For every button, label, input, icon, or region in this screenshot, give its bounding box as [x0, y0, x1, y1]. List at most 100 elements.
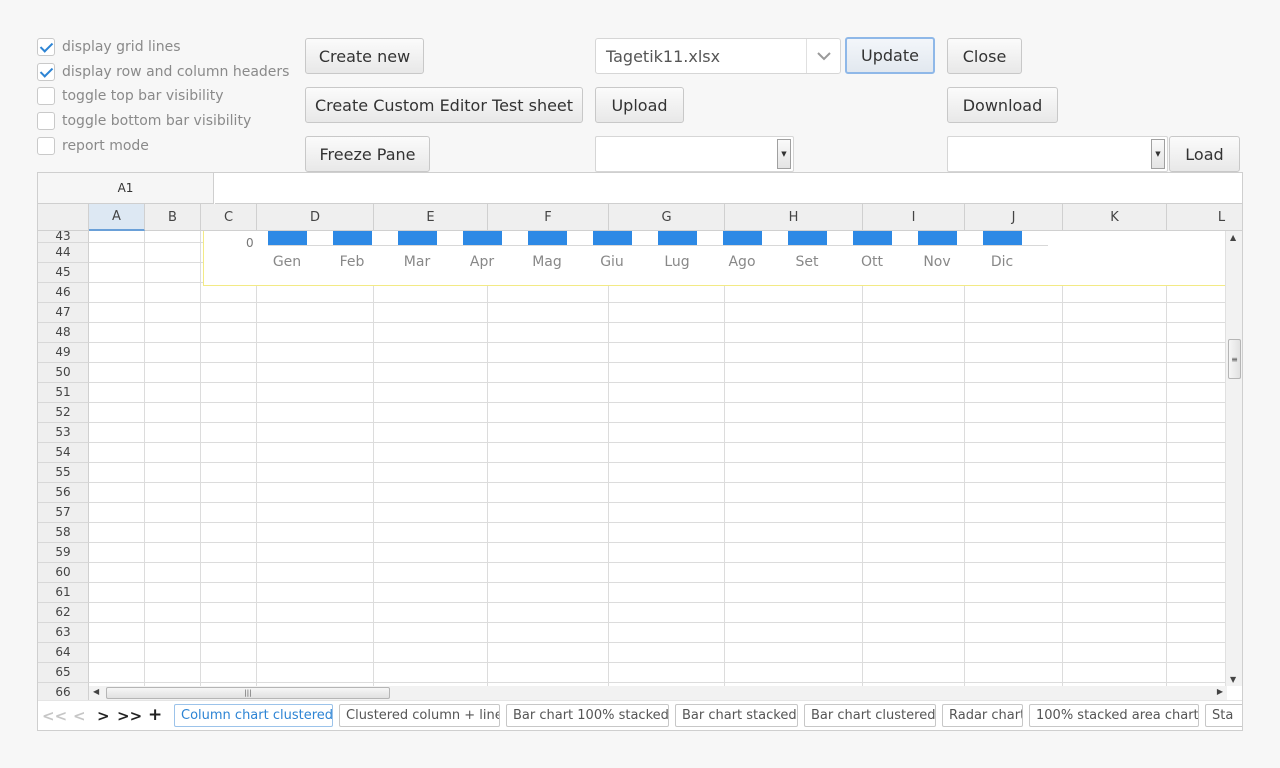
- chart-bar-ott[interactable]: [853, 231, 892, 245]
- row-header-49[interactable]: 49: [38, 343, 89, 363]
- column-header-e[interactable]: E: [374, 204, 488, 231]
- sheet-tab[interactable]: Bar chart 100% stacked: [506, 704, 669, 727]
- row-header-58[interactable]: 58: [38, 523, 89, 543]
- chart-bar-giu[interactable]: [593, 231, 632, 245]
- option-toggle-top-bar[interactable]: toggle top bar visibility: [37, 86, 224, 106]
- upload-button[interactable]: Upload: [595, 87, 684, 123]
- row-header-53[interactable]: 53: [38, 423, 89, 443]
- previous-sheet-icon[interactable]: <: [73, 707, 86, 725]
- row-header-64[interactable]: 64: [38, 643, 89, 663]
- checkbox[interactable]: [37, 137, 55, 155]
- sheet-tab[interactable]: Column chart clustered: [174, 704, 333, 727]
- horizontal-scrollbar[interactable]: ◀ ||| ▶: [89, 686, 1227, 700]
- chart-bar-feb[interactable]: [333, 231, 372, 245]
- sheet-tab[interactable]: Clustered column + line: [339, 704, 500, 727]
- update-button[interactable]: Update: [845, 37, 935, 74]
- column-header-f[interactable]: F: [488, 204, 609, 231]
- column-header-a[interactable]: A: [89, 204, 145, 231]
- option-toggle-bottom-bar[interactable]: toggle bottom bar visibility: [37, 111, 251, 131]
- chart-bar-set[interactable]: [788, 231, 827, 245]
- chart-bar-ago[interactable]: [723, 231, 762, 245]
- next-sheet-icon[interactable]: >: [97, 707, 110, 725]
- checkbox[interactable]: [37, 38, 55, 56]
- create-new-button[interactable]: Create new: [305, 38, 424, 74]
- checkbox[interactable]: [37, 87, 55, 105]
- option-display-headers[interactable]: display row and column headers: [37, 62, 289, 82]
- row-header-47[interactable]: 47: [38, 303, 89, 323]
- dropdown-arrow-icon[interactable]: ▼: [1151, 139, 1165, 169]
- row-header-43[interactable]: 43: [38, 230, 89, 243]
- scroll-left-icon[interactable]: ◀: [93, 687, 99, 696]
- row-header-62[interactable]: 62: [38, 603, 89, 623]
- last-sheet-icon[interactable]: >>: [117, 707, 142, 725]
- sheet-select[interactable]: ▼: [595, 136, 794, 172]
- vertical-scrollbar[interactable]: ▲ ≡ ▼: [1225, 231, 1242, 686]
- option-label: toggle bottom bar visibility: [62, 113, 252, 129]
- chart-bar-dic[interactable]: [983, 231, 1022, 245]
- name-box[interactable]: A1: [38, 173, 214, 204]
- row-header-44[interactable]: 44: [38, 243, 89, 263]
- column-header-j[interactable]: J: [965, 204, 1063, 231]
- sheet-tab[interactable]: 100% stacked area chart: [1029, 704, 1199, 727]
- sheet-tab[interactable]: Radar chart: [942, 704, 1023, 727]
- chevron-down-icon[interactable]: [806, 39, 840, 73]
- grid-column-line: [724, 231, 725, 686]
- chart-bar-mag[interactable]: [528, 231, 567, 245]
- option-report-mode[interactable]: report mode: [37, 136, 149, 156]
- cell-grid[interactable]: 0 Gen Feb Mar Apr Mag Giu Lug Ago Set Ott Nov Dic: [89, 231, 1227, 686]
- horizontal-scroll-thumb[interactable]: |||: [106, 687, 390, 699]
- row-header-51[interactable]: 51: [38, 383, 89, 403]
- load-button[interactable]: Load: [1169, 136, 1240, 172]
- column-header-h[interactable]: H: [725, 204, 863, 231]
- formula-bar[interactable]: [215, 173, 1242, 204]
- chart-bar-mar[interactable]: [398, 231, 437, 245]
- first-sheet-icon[interactable]: <<: [42, 707, 67, 725]
- column-header-l[interactable]: L: [1167, 204, 1242, 231]
- chart-bar-apr[interactable]: [463, 231, 502, 245]
- row-header-65[interactable]: 65: [38, 663, 89, 683]
- close-button[interactable]: Close: [947, 38, 1022, 74]
- option-display-grid-lines[interactable]: display grid lines: [37, 37, 181, 57]
- row-header-52[interactable]: 52: [38, 403, 89, 423]
- chart-bar-nov[interactable]: [918, 231, 957, 245]
- grid-column-line: [200, 231, 201, 686]
- row-header-61[interactable]: 61: [38, 583, 89, 603]
- vertical-scroll-thumb[interactable]: ≡: [1228, 339, 1241, 379]
- freeze-pane-button[interactable]: Freeze Pane: [305, 136, 430, 172]
- scroll-up-icon[interactable]: ▲: [1230, 233, 1236, 242]
- download-button[interactable]: Download: [947, 87, 1058, 123]
- checkbox[interactable]: [37, 112, 55, 130]
- row-header-63[interactable]: 63: [38, 623, 89, 643]
- column-header-d[interactable]: D: [257, 204, 374, 231]
- column-header-k[interactable]: K: [1063, 204, 1167, 231]
- column-header-i[interactable]: I: [863, 204, 965, 231]
- dropdown-arrow-icon[interactable]: ▼: [777, 139, 791, 169]
- row-header-50[interactable]: 50: [38, 363, 89, 383]
- row-header-57[interactable]: 57: [38, 503, 89, 523]
- template-select[interactable]: ▼: [947, 136, 1168, 172]
- row-header-46[interactable]: 46: [38, 283, 89, 303]
- row-header-54[interactable]: 54: [38, 443, 89, 463]
- sheet-tab[interactable]: Sta: [1205, 704, 1242, 727]
- scroll-right-icon[interactable]: ▶: [1217, 687, 1223, 696]
- create-custom-editor-test-sheet-button[interactable]: Create Custom Editor Test sheet: [305, 87, 583, 123]
- sheet-tab[interactable]: Bar chart clustered: [804, 704, 936, 727]
- scroll-down-icon[interactable]: ▼: [1230, 675, 1236, 684]
- column-header-c[interactable]: C: [201, 204, 257, 231]
- checkbox[interactable]: [37, 63, 55, 81]
- row-header-55[interactable]: 55: [38, 463, 89, 483]
- column-chart[interactable]: 0 Gen Feb Mar Apr Mag Giu Lug Ago Set Ott Nov Dic: [203, 231, 1227, 286]
- file-combobox[interactable]: Tagetik11.xlsx: [595, 38, 841, 74]
- chart-bar-gen[interactable]: [268, 231, 307, 245]
- row-header-56[interactable]: 56: [38, 483, 89, 503]
- column-header-g[interactable]: G: [609, 204, 725, 231]
- row-header-45[interactable]: 45: [38, 263, 89, 283]
- row-header-60[interactable]: 60: [38, 563, 89, 583]
- row-header-48[interactable]: 48: [38, 323, 89, 343]
- chart-bar-lug[interactable]: [658, 231, 697, 245]
- row-header-59[interactable]: 59: [38, 543, 89, 563]
- sheet-tab[interactable]: Bar chart stacked: [675, 704, 798, 727]
- select-all-corner[interactable]: [38, 204, 89, 231]
- add-sheet-icon[interactable]: +: [148, 705, 162, 725]
- column-header-b[interactable]: B: [145, 204, 201, 231]
